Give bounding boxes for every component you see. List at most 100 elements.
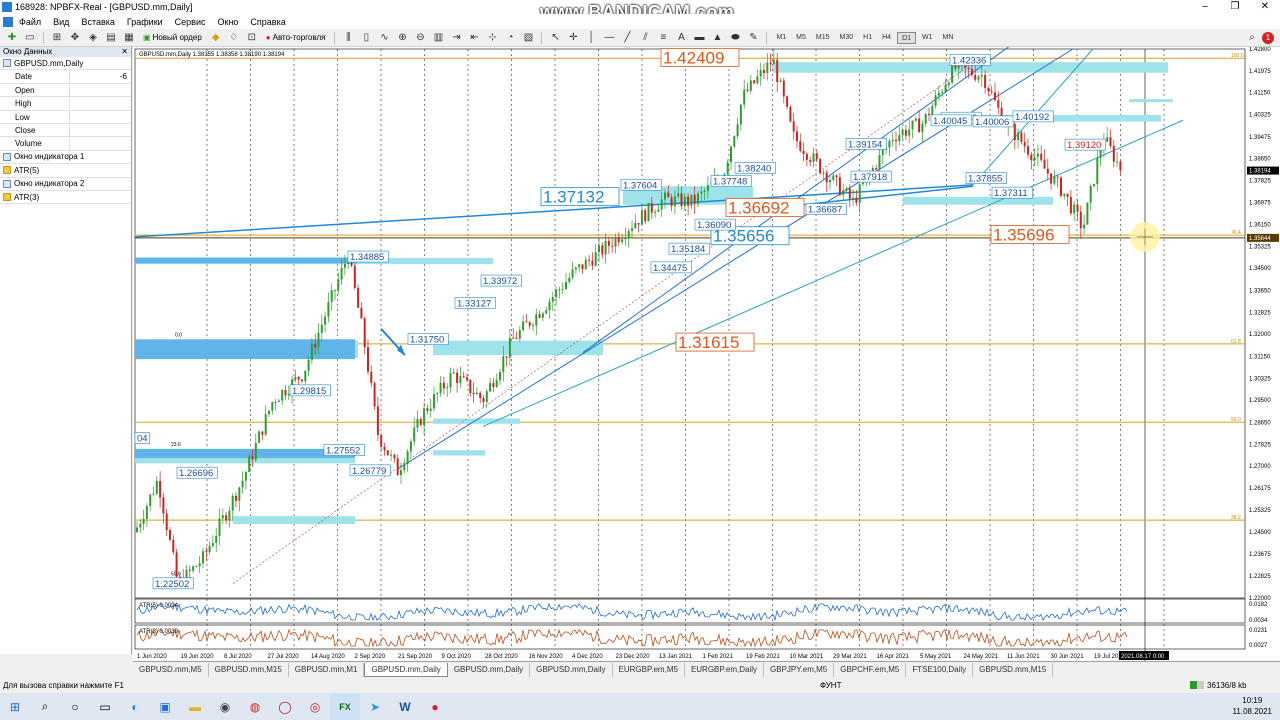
word-icon[interactable]: W [390,693,420,720]
tf-h4[interactable]: H4 [878,32,895,44]
tester-icon[interactable]: ▦ [121,31,137,45]
new-chart-icon[interactable]: ✚ [4,31,20,45]
chart-tab[interactable]: GBPUSD.mm,Daily [530,662,613,677]
navigator-icon[interactable]: ◈ [85,31,101,45]
chart-shift-icon[interactable]: ⇤ [466,31,482,45]
price-chart[interactable]: 1 Jun 2020 19 Jun 2020 8 Jul 2020 27 Jul 20… [133,47,1280,661]
chart-tab[interactable]: GBPUSD.mm,Daily [448,662,531,677]
start-icon[interactable]: ⊞ [0,693,30,720]
candle-body [241,480,244,488]
task-switch-icon[interactable]: ▭ [90,693,120,720]
search-icon[interactable]: ⌕ [30,693,60,720]
tf-d1[interactable]: D1 [897,31,917,44]
telegram-icon[interactable]: ➤ [360,693,390,720]
chart-tab-active[interactable]: GBPUSD.mm,Daily [364,662,448,677]
candle-body [832,175,835,181]
signals-icon[interactable]: ♢ [226,31,242,45]
arrow-icon[interactable]: ▲ [709,31,725,45]
tf-h1[interactable]: H1 [859,32,876,44]
explorer-icon[interactable]: ▬ [180,693,210,720]
candle-body [469,379,472,393]
chart-tab[interactable]: FTSE100,Daily [906,662,974,677]
tf-m5[interactable]: M5 [792,32,810,44]
chrome-icon[interactable]: ◍ [240,693,270,720]
chart-tab[interactable]: EURGBP.em,M5 [613,662,685,677]
menu-help[interactable]: Справка [244,17,291,27]
candle-body [479,392,482,399]
maximize-button[interactable]: ❐ [1220,0,1250,14]
shapes-icon[interactable]: ⬬ [727,31,743,45]
indicators-icon[interactable]: ⊹ [484,31,500,45]
bandicam-icon[interactable]: ● [420,693,450,720]
candle-body [1079,211,1082,229]
badge-app-icon[interactable]: ◉ [210,693,240,720]
more-tools-icon[interactable]: ✎ [745,31,761,45]
metatrader-icon[interactable]: FX [330,693,360,720]
tf-m15[interactable]: M15 [812,32,834,44]
line-chart-icon[interactable]: ∿ [376,31,392,45]
chart-tab[interactable]: GBPUSD.mm,M1 [289,662,365,677]
fibo-level-label: 61.8 [1231,339,1241,345]
media-icon[interactable]: ◎ [300,693,330,720]
trendline-icon[interactable]: ╱ [619,31,635,45]
market-watch-icon[interactable]: ⊞ [49,31,65,45]
date-tick-label: 30 Jun 2021 [1051,654,1085,660]
metaeditor-icon[interactable]: ◆ [208,31,224,45]
candle-body [690,194,693,206]
menu-tools[interactable]: Сервис [169,17,212,27]
profiles-icon[interactable]: ▭ [22,31,38,45]
tf-w1[interactable]: W1 [918,32,937,44]
templates-icon[interactable]: ▧ [520,31,536,45]
menu-insert[interactable]: Вставка [75,17,120,27]
edge-icon[interactable]: ◐ [120,693,150,720]
store-icon[interactable]: ▣ [150,693,180,720]
bar-chart-icon[interactable]: ⫼ [340,31,356,45]
chart-tab[interactable]: GBPUSD.mm,M15 [209,662,289,677]
candle-body [320,324,323,333]
chart-canvas[interactable]: 1 Jun 2020 19 Jun 2020 8 Jul 2020 27 Jul 20… [133,47,1280,661]
candle-body [314,343,317,348]
autoscroll-icon[interactable]: ⇥ [448,31,464,45]
tf-m30[interactable]: M30 [836,32,858,44]
candle-body [502,356,505,373]
new-order-button[interactable]: ▣ Новый ордер [139,31,206,45]
autotrading-button[interactable]: ● Авто-торговля [262,31,330,45]
chart-tab[interactable]: EURGBP.em,Daily [685,662,765,677]
tf-mn[interactable]: MN [939,32,958,44]
label-icon[interactable]: ▬ [691,31,707,45]
notification-icon[interactable]: 1 [1262,31,1274,44]
terminal-icon[interactable]: ▤ [103,31,119,45]
text-icon[interactable]: A [673,31,689,45]
menu-charts[interactable]: Графики [121,17,169,27]
crosshair-icon[interactable]: ✛ [565,31,581,45]
chart-tab[interactable]: GBPUSD.mm,M15 [973,662,1054,677]
fibo-icon[interactable]: ≡ [655,31,671,45]
menu-window[interactable]: Окно [212,17,245,27]
menu-file[interactable]: Файл [13,17,47,27]
channel-icon[interactable]: ⫽ [637,31,653,45]
search-icon[interactable]: ⌕ [1244,31,1260,45]
chart-tab[interactable]: GBPJPY.em,M5 [764,662,835,677]
hline-icon[interactable]: — [601,31,617,45]
vline-icon[interactable]: │ [583,31,599,45]
candle-body [310,343,313,360]
candles-icon[interactable]: ▯ [358,31,374,45]
zoom-out-icon[interactable]: ⊖ [412,31,428,45]
opera-icon[interactable]: ◯ [270,693,300,720]
close-button[interactable]: ✕ [1250,0,1280,14]
periods-icon[interactable]: ◔ [502,31,518,45]
data-window-icon[interactable]: ✥ [67,31,83,45]
tile-icon[interactable]: ▥ [430,31,446,45]
price-tick-label: 1.30325 [1249,376,1271,382]
tf-m1[interactable]: M1 [772,32,790,44]
market-icon[interactable]: ⊡ [244,31,260,45]
chart-tab[interactable]: GBPCHF.em,M5 [834,662,907,677]
menu-view[interactable]: Вид [47,17,75,27]
price-label-small: 1.37918 [853,172,887,183]
chart-tab[interactable]: GBPUSD.mm,M5 [133,662,209,677]
close-icon[interactable]: ✕ [121,47,131,57]
minimize-button[interactable]: – [1190,0,1220,14]
cursor-icon[interactable]: ↖ [547,31,563,45]
task-view-icon[interactable]: ○ [60,693,90,720]
zoom-in-icon[interactable]: ⊕ [394,31,410,45]
